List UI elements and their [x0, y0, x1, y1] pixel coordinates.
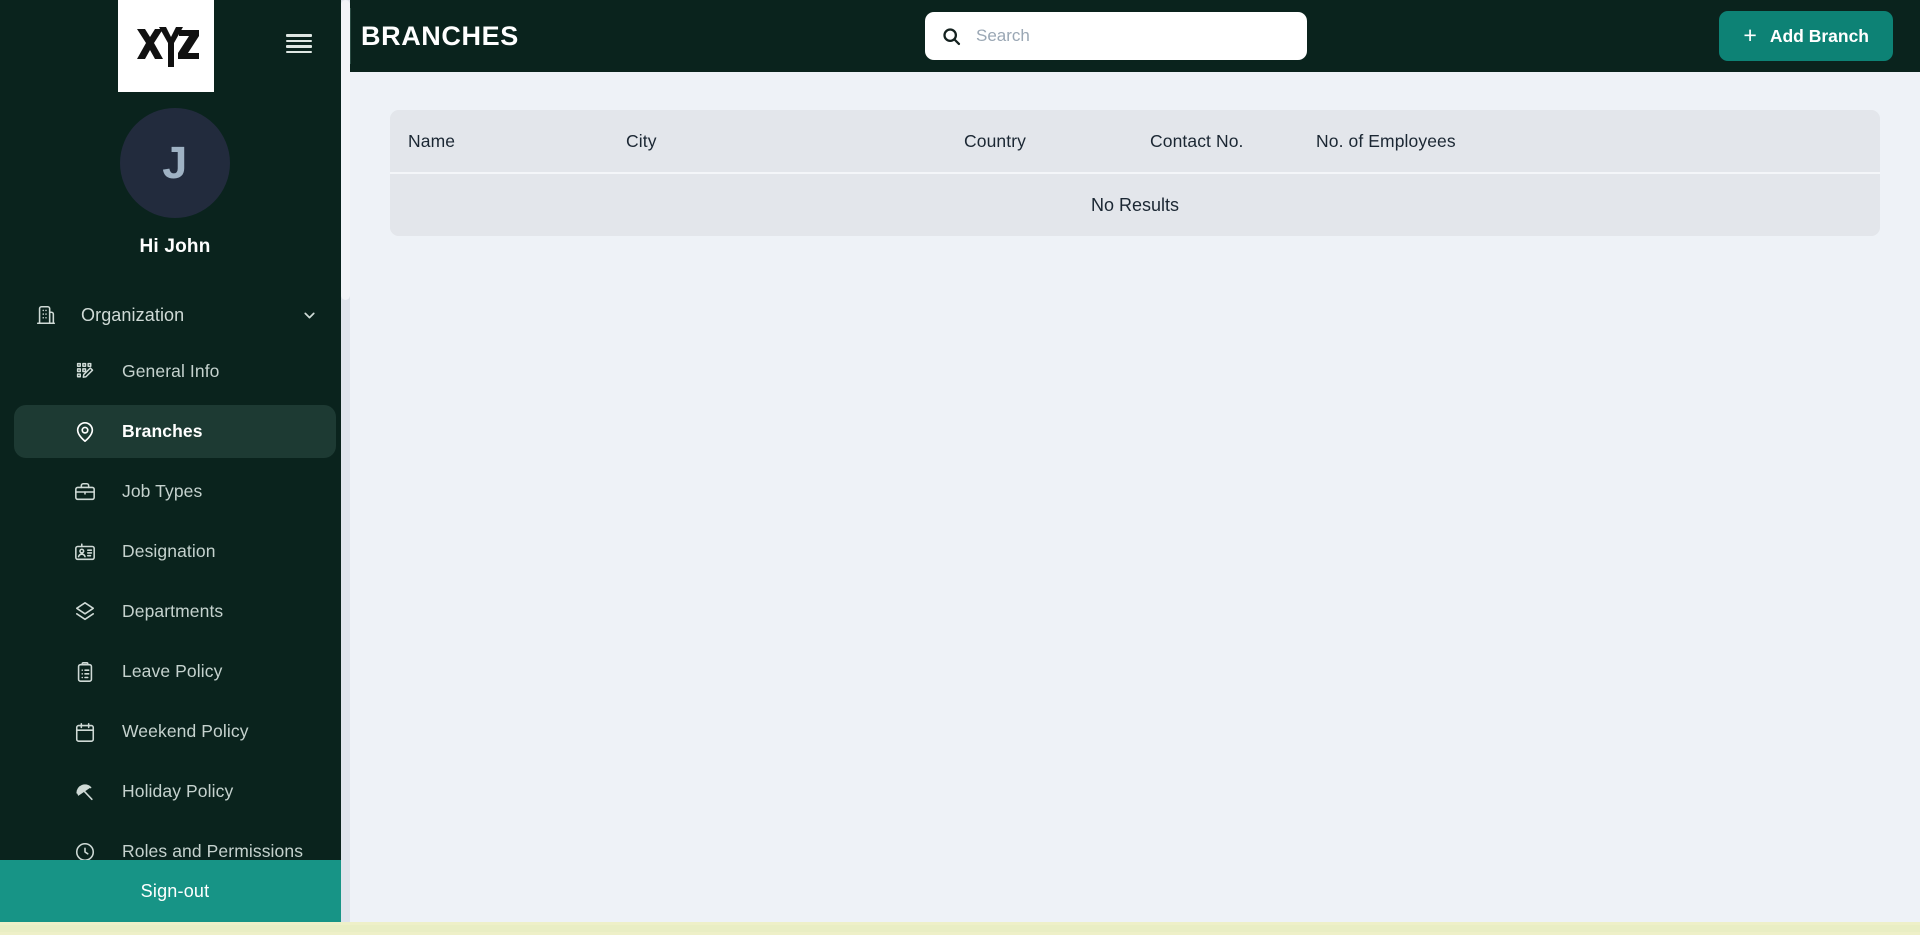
id-card-icon: [72, 539, 98, 565]
sidebar-group-label: Organization: [81, 304, 185, 325]
calendar-icon: [72, 719, 98, 745]
sidebar-group-organization[interactable]: Organization: [14, 292, 336, 338]
bottom-accent-inner: [0, 925, 1920, 932]
hamburger-menu-icon[interactable]: [286, 34, 312, 54]
column-header-no-of-employees: No. of Employees: [1316, 130, 1456, 151]
sidebar-item-leave-policy[interactable]: Leave Policy: [14, 645, 336, 698]
sidebar-item-weekend-policy[interactable]: Weekend Policy: [14, 705, 336, 758]
umbrella-icon: [72, 779, 98, 805]
layers-icon: [72, 599, 98, 625]
sidebar-item-label: Branches: [122, 421, 203, 441]
map-pin-icon: [72, 419, 98, 445]
sidebar: J Hi John Organization General Info Bran…: [0, 0, 350, 935]
grid-edit-icon: [72, 359, 98, 385]
top-bar: BRANCHES + Add Branch: [350, 0, 1920, 72]
sidebar-item-label: Weekend Policy: [122, 721, 249, 741]
sidebar-item-branches[interactable]: Branches: [14, 405, 336, 458]
greeting-text: Hi John: [139, 236, 211, 257]
column-header-name: Name: [408, 130, 456, 151]
column-header-contact-no: Contact No.: [1150, 130, 1244, 151]
sidebar-item-label: General Info: [122, 361, 220, 381]
sidebar-item-label: Roles and Permissions: [122, 841, 304, 861]
main-area: BRANCHES + Add Branch Name City: [350, 0, 1920, 935]
avatar: J: [120, 108, 230, 218]
search-input[interactable]: [976, 26, 1291, 46]
sidebar-item-label: Holiday Policy: [122, 781, 234, 801]
empty-state-message: No Results: [390, 174, 1880, 236]
sidebar-item-general-info[interactable]: General Info: [14, 345, 336, 398]
add-branch-label: Add Branch: [1769, 25, 1869, 46]
briefcase-icon: [72, 479, 98, 505]
sidebar-item-departments[interactable]: Departments: [14, 585, 336, 638]
chevron-down-icon[interactable]: [301, 307, 318, 324]
column-header-country: Country: [964, 130, 1026, 151]
table-header-row: Name City Country Contact No. No. of Emp…: [390, 110, 1880, 172]
content-area: Name City Country Contact No. No. of Emp…: [350, 72, 1920, 935]
sidebar-scrollbar[interactable]: [341, 0, 350, 935]
search-icon: [941, 26, 962, 47]
plus-icon: +: [1743, 21, 1757, 48]
sidebar-scroll-area: J Hi John Organization General Info Bran…: [0, 0, 350, 935]
xyz-monogram-logo: [118, 0, 214, 92]
sidebar-header: [0, 0, 350, 92]
sidebar-item-label: Leave Policy: [122, 661, 223, 681]
sidebar-item-designation[interactable]: Designation: [14, 525, 336, 578]
add-branch-button[interactable]: + Add Branch: [1719, 11, 1893, 61]
search-box[interactable]: [925, 12, 1307, 60]
sidebar-item-holiday-policy[interactable]: Holiday Policy: [14, 765, 336, 818]
sign-out-button[interactable]: Sign-out: [0, 860, 350, 922]
sidebar-scrollbar-thumb[interactable]: [341, 0, 350, 300]
bottom-accent-strip: [0, 922, 1920, 935]
building-icon: [32, 301, 60, 329]
sidebar-nav: Organization General Info Branches Job T…: [0, 292, 350, 878]
sidebar-item-label: Departments: [122, 601, 224, 621]
sidebar-item-label: Job Types: [122, 481, 203, 501]
user-profile: J Hi John: [0, 108, 350, 258]
page-title: BRANCHES: [361, 20, 519, 51]
sidebar-item-job-types[interactable]: Job Types: [14, 465, 336, 518]
column-header-city: City: [626, 130, 657, 151]
clipboard-list-icon: [72, 659, 98, 685]
branches-table: Name City Country Contact No. No. of Emp…: [390, 110, 1880, 236]
app-root: J Hi John Organization General Info Bran…: [0, 0, 1920, 935]
sidebar-item-label: Designation: [122, 541, 216, 561]
